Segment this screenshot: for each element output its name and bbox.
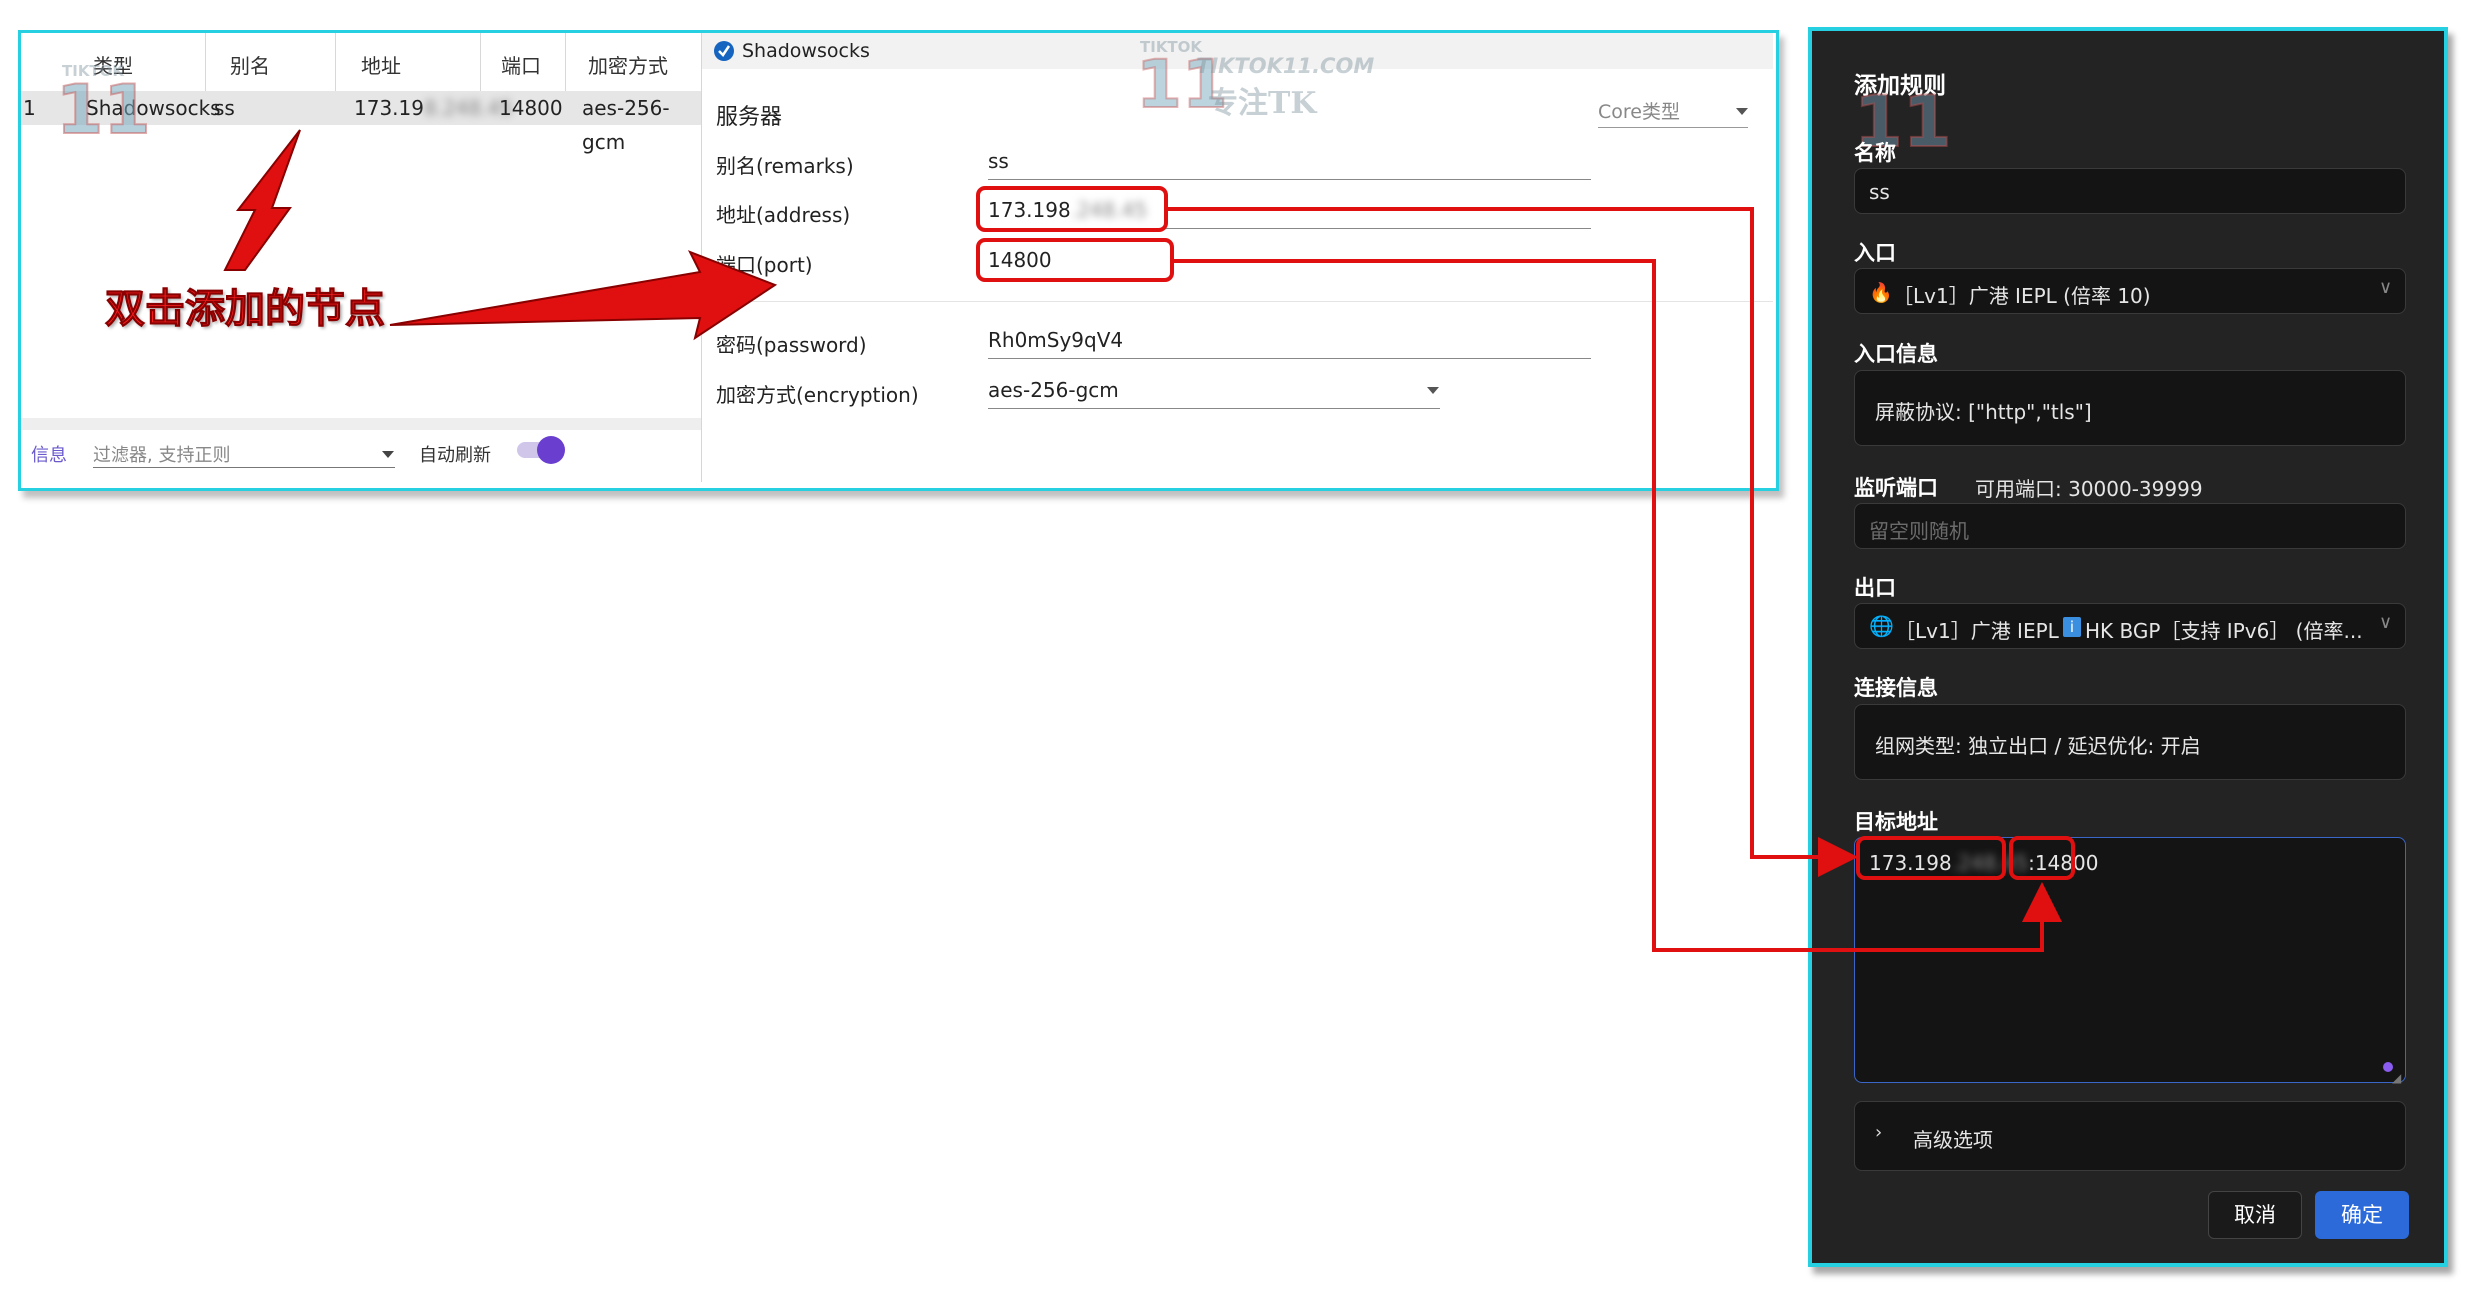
annotation-arrows bbox=[223, 129, 2062, 952]
arrow-to-form bbox=[389, 250, 778, 341]
connector-port bbox=[1174, 259, 2062, 952]
connector-address bbox=[1168, 207, 1858, 877]
arrow-to-row bbox=[223, 129, 301, 271]
